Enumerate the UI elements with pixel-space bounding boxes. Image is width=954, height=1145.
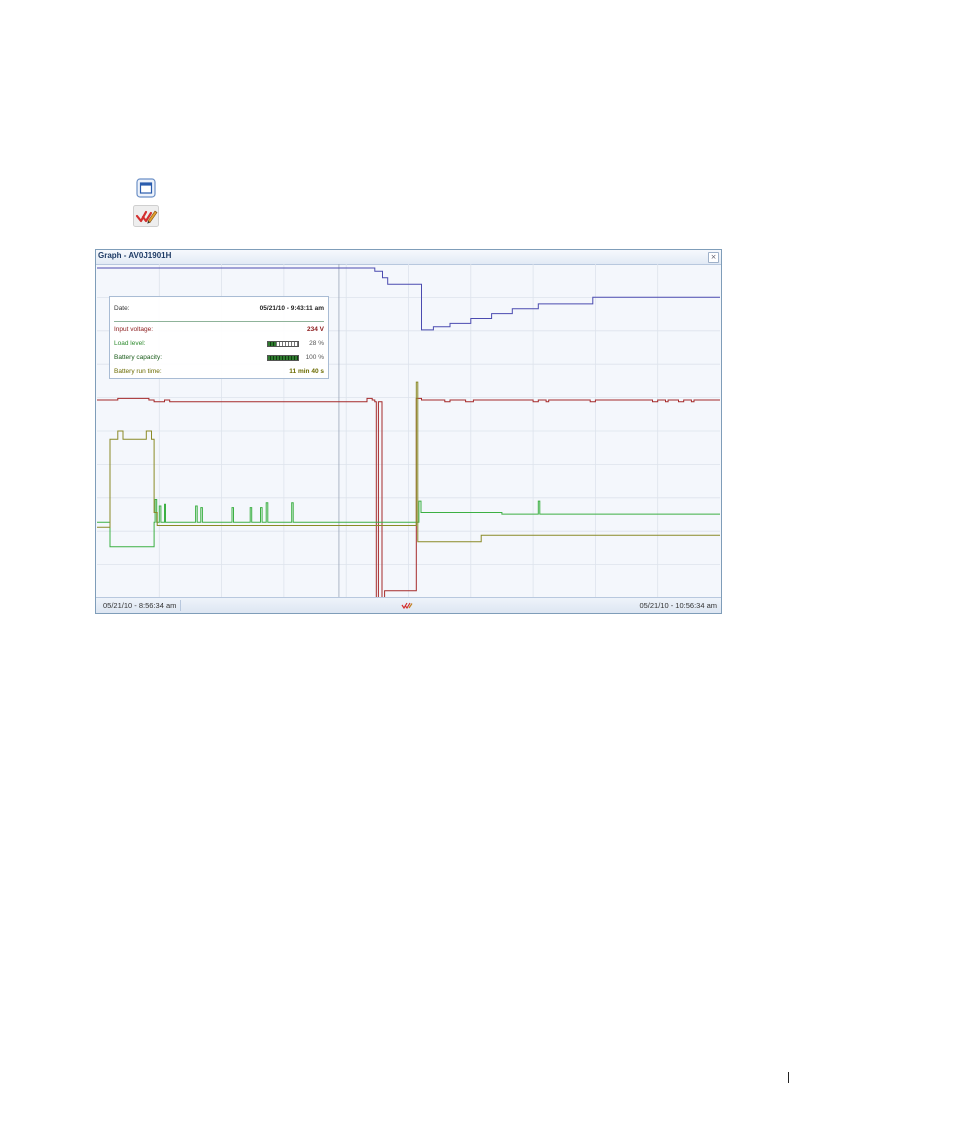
input-voltage-label: Input voltage: [114, 326, 154, 333]
page-margin-mark [788, 1072, 789, 1083]
end-time: 05/21/10 - 10:56:34 am [639, 601, 717, 610]
load-level-bar [267, 341, 299, 347]
battery-capacity-bar-fill [268, 356, 298, 360]
tooltip-date-label: Date: [114, 305, 130, 312]
battery-run-time-value: 11 min 40 s [289, 368, 324, 375]
tooltip-date-row: Date: 05/21/10 - 9:43:11 am [114, 305, 324, 315]
load-level-label: Load level: [114, 340, 146, 347]
data-tooltip: Date: 05/21/10 - 9:43:11 am Input voltag… [109, 296, 329, 379]
start-time: 05/21/10 - 8:56:34 am [103, 601, 177, 610]
battery-capacity-value: 100 % [305, 354, 324, 361]
battery-capacity-bar [267, 355, 299, 361]
tooltip-battery-run-time-row: Battery run time: 11 min 40 s [114, 368, 324, 378]
battery-capacity-label: Battery capacity: [114, 354, 163, 361]
graph-title: Graph - AV0J1901H [98, 251, 172, 260]
load-level-value: 28 % [309, 340, 324, 347]
load-level-bar-fill [268, 342, 277, 346]
check-pencil-icon[interactable] [401, 600, 413, 610]
tooltip-divider [114, 321, 324, 322]
input-voltage-value: 234 V [307, 326, 324, 333]
graph-titlebar[interactable]: Graph - AV0J1901H × [96, 250, 721, 265]
tooltip-input-voltage-row: Input voltage: 234 V [114, 326, 324, 336]
battery-run-time-label: Battery run time: [114, 368, 162, 375]
tooltip-battery-capacity-row: Battery capacity: 100 % [114, 354, 324, 364]
tooltip-load-level-row: Load level: 28 % [114, 340, 324, 350]
check-pencil-icon[interactable] [133, 205, 159, 227]
status-separator [180, 600, 181, 611]
window-icon[interactable] [136, 178, 156, 198]
close-icon[interactable]: × [708, 252, 719, 263]
status-bar: 05/21/10 - 8:56:34 am 05/21/10 - 10:56:3… [96, 597, 721, 613]
graph-window[interactable]: Graph - AV0J1901H × Date: 05/21/10 - 9:4… [95, 249, 722, 614]
tooltip-date-value: 05/21/10 - 9:43:11 am [259, 305, 324, 312]
